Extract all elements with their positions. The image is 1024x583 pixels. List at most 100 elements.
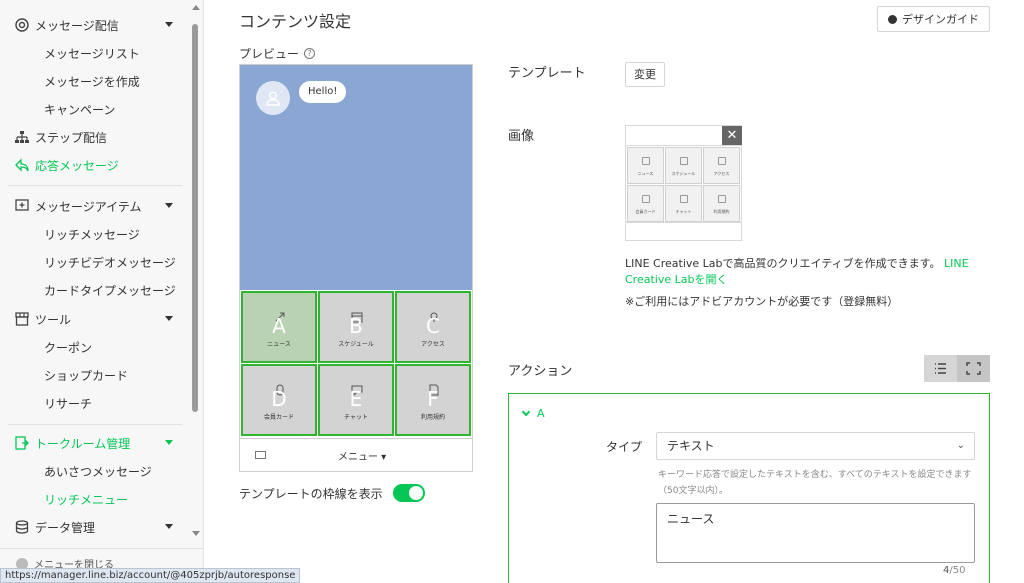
thumbnail-icon — [718, 157, 726, 165]
cell-caption: ニュース — [267, 341, 291, 348]
caret-down-icon[interactable] — [165, 22, 173, 27]
sidebar-item-rich-menu[interactable]: リッチメニュー — [44, 491, 128, 508]
thumbnail-cell: アクセス — [703, 147, 740, 184]
cell-caption: 利用規約 — [420, 414, 445, 421]
cell-letter: C — [426, 314, 440, 338]
template-label: テンプレート — [508, 66, 586, 81]
toggle-knob — [408, 486, 423, 500]
creative-lab-description: LINE Creative Labで高品質のクリエイティブを作成できます。 — [625, 257, 941, 270]
divider — [8, 185, 182, 186]
rich-menu-cell-e[interactable]: E チャット — [318, 364, 394, 436]
phone-menu-bar: メニュー ▾ — [240, 438, 472, 471]
rich-menu-cell-d[interactable]: D 会員カード — [241, 364, 317, 436]
thumbnail-caption: スケジュール — [671, 171, 696, 176]
sidebar-item-shop-card[interactable]: ショップカード — [44, 367, 128, 384]
thumbnail-cell: 利用規約 — [703, 185, 740, 222]
caret-down-icon[interactable] — [165, 203, 173, 208]
thumbnail-icon — [680, 195, 688, 203]
view-toggle — [924, 355, 990, 382]
avatar — [256, 81, 290, 115]
menu-toggle[interactable]: メニュー ▾ — [338, 448, 386, 463]
user-icon — [266, 91, 280, 106]
preview-label-text: プレビュー — [239, 47, 300, 61]
divider — [8, 424, 182, 425]
cell-caption: アクセス — [421, 341, 445, 348]
nav-group-message-items[interactable]: メッセージアイテム — [0, 192, 190, 220]
chat-bubble: Hello! — [299, 81, 347, 103]
expand-view-button[interactable] — [957, 355, 990, 382]
help-line-2: （50文字以内）。 — [658, 486, 728, 496]
list-icon — [935, 363, 946, 374]
design-guide-button[interactable]: デザインガイド — [877, 6, 990, 32]
nav-group-talk-room[interactable]: トークルーム管理 — [0, 429, 190, 457]
border-toggle-row: テンプレートの枠線を表示 — [239, 484, 425, 502]
nav-group-tools[interactable]: ツール — [0, 305, 190, 333]
sidebar-item-research[interactable]: リサーチ — [44, 395, 92, 412]
thumbnail-icon — [718, 195, 726, 203]
cell-caption: 会員カード — [263, 414, 294, 421]
cell-letter: B — [349, 314, 363, 338]
action-help-text: キーワード応答で設定したテキストを含む、すべてのテキストを設定できます （50文… — [658, 467, 978, 499]
reply-icon — [15, 158, 29, 172]
chevron-down-icon — [521, 407, 531, 417]
action-text-input[interactable]: ニュース — [656, 503, 975, 563]
sidebar-item-rich-video-message[interactable]: リッチビデオメッセージ — [44, 254, 176, 271]
keyboard-icon[interactable] — [255, 451, 266, 459]
nav-group-label: 応答メッセージ — [35, 159, 119, 173]
caret-down-icon[interactable] — [165, 440, 173, 445]
message-item-icon — [15, 199, 29, 211]
thumbnail-caption: ニュース — [637, 171, 654, 176]
char-max: /50 — [949, 565, 966, 576]
thumbnail-caption: 利用規約 — [713, 209, 730, 214]
change-template-button[interactable]: 変更 — [625, 62, 665, 87]
action-label: アクション — [508, 364, 573, 379]
nav-group-step-delivery[interactable]: ステップ配信 — [0, 123, 190, 151]
rich-menu-cell-a[interactable]: A ニュース — [241, 291, 317, 363]
type-select[interactable]: テキスト ⌄ — [656, 432, 975, 460]
sidebar-item-campaign[interactable]: キャンペーン — [44, 101, 115, 118]
rich-menu-grid: A ニュース B スケジュール C アクセス D 会員カード E チャット F … — [240, 290, 472, 438]
scrollbar-thumb[interactable] — [192, 24, 198, 412]
talk-room-icon — [15, 436, 29, 450]
preview-label: プレビュー ? — [239, 45, 316, 62]
nav-group-label: ツール — [35, 313, 72, 327]
border-toggle-label: テンプレートの枠線を表示 — [239, 486, 383, 501]
scroll-up-arrow-icon[interactable] — [192, 5, 200, 10]
step-tree-icon — [15, 131, 29, 143]
sidebar-item-create-message[interactable]: メッセージを作成 — [44, 73, 140, 90]
broadcast-icon — [15, 18, 29, 32]
caret-down-icon[interactable] — [165, 524, 173, 529]
border-toggle-switch[interactable] — [392, 484, 425, 502]
sidebar-item-card-type-message[interactable]: カードタイプメッセージ — [44, 282, 176, 299]
sidebar-item-greeting-message[interactable]: あいさつメッセージ — [44, 463, 152, 480]
scroll-down-arrow-icon[interactable] — [192, 531, 200, 536]
help-icon[interactable]: ? — [304, 48, 316, 59]
sidebar-item-message-list[interactable]: メッセージリスト — [44, 45, 140, 62]
shop-icon — [15, 312, 29, 326]
rich-menu-cell-b[interactable]: B スケジュール — [318, 291, 394, 363]
rich-menu-cell-c[interactable]: C アクセス — [395, 291, 471, 363]
design-guide-label: デザインガイド — [902, 13, 979, 26]
nav-group-message-broadcast[interactable]: メッセージ配信 — [0, 11, 190, 39]
select-arrow-icon: ⌄ — [956, 440, 965, 451]
action-panel: A タイプ テキスト ⌄ キーワード応答で設定したテキストを含む、すべてのテキス… — [508, 393, 990, 583]
close-icon[interactable]: ✕ — [722, 126, 742, 145]
thumbnail-icon — [642, 195, 650, 203]
sidebar: メッセージ配信 メッセージリスト メッセージを作成 キャンペーン ステップ配信 … — [0, 0, 204, 583]
cell-letter: D — [271, 387, 287, 411]
sidebar-item-rich-message[interactable]: リッチメッセージ — [44, 226, 140, 243]
caret-down-icon[interactable] — [165, 316, 173, 321]
cell-caption: チャット — [344, 414, 368, 421]
nav-group-auto-response[interactable]: 応答メッセージ — [0, 151, 190, 179]
sidebar-item-coupon[interactable]: クーポン — [44, 339, 92, 356]
nav-group-data-management[interactable]: データ管理 — [0, 513, 190, 541]
rich-menu-cell-f[interactable]: F 利用規約 — [395, 364, 471, 436]
nav-group-label: データ管理 — [35, 521, 96, 535]
page-title: コンテンツ設定 — [239, 12, 352, 31]
cell-letter: E — [349, 387, 363, 411]
creative-lab-text: LINE Creative Labで高品質のクリエイティブを作成できます。 LI… — [625, 256, 1005, 288]
list-view-button[interactable] — [924, 355, 957, 382]
cell-letter: A — [272, 314, 286, 338]
action-item-header[interactable]: A — [521, 407, 545, 420]
action-item-label: A — [537, 407, 545, 420]
